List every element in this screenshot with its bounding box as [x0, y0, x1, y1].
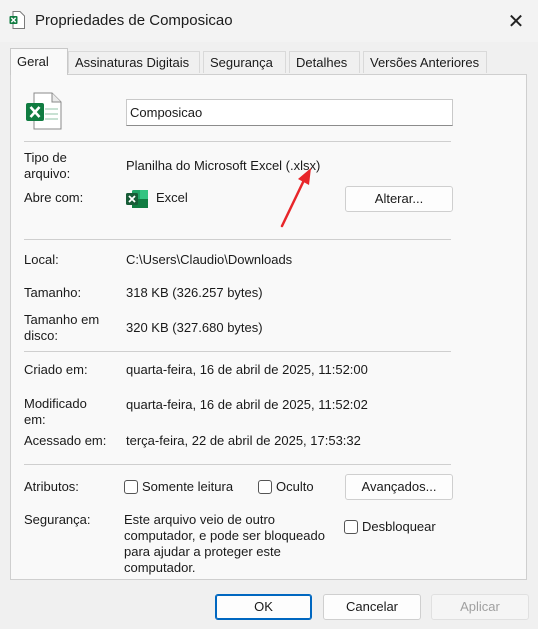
checkbox-box[interactable]: [124, 479, 138, 494]
excel-app-icon: [126, 190, 148, 208]
advanced-button[interactable]: Avançados...: [345, 474, 453, 500]
security-label: Segurança:: [24, 512, 91, 527]
close-icon: ✕: [507, 10, 525, 33]
tab-detalhes[interactable]: Detalhes: [289, 51, 360, 73]
disk-size-value: 320 KB (327.680 bytes): [126, 320, 263, 335]
tab-geral[interactable]: Geral: [10, 48, 68, 75]
annotation-arrow: [280, 168, 311, 228]
cancel-button[interactable]: Cancelar: [323, 594, 421, 620]
divider: [24, 464, 451, 465]
title-bar: Propriedades de Composicao ✕: [0, 0, 538, 42]
ok-button[interactable]: OK: [215, 594, 312, 620]
checkbox-box[interactable]: [258, 479, 272, 494]
hidden-checkbox[interactable]: Oculto: [258, 479, 314, 494]
attributes-label: Atributos:: [24, 479, 79, 494]
created-value: quarta-feira, 16 de abril de 2025, 11:52…: [126, 362, 368, 377]
tab-seguranca[interactable]: Segurança: [203, 51, 286, 73]
security-message: Este arquivo veio de outro computador, e…: [124, 512, 325, 575]
accessed-value: terça-feira, 22 de abril de 2025, 17:53:…: [126, 433, 361, 448]
opens-with-value: Excel: [156, 190, 188, 205]
location-label: Local:: [24, 252, 59, 267]
opens-with-label: Abre com:: [24, 190, 84, 205]
divider: [24, 239, 451, 240]
excel-large-icon: [26, 92, 62, 130]
size-label: Tamanho:: [24, 285, 82, 300]
unblock-checkbox[interactable]: Desbloquear: [344, 519, 436, 534]
excel-file-icon: [9, 11, 25, 29]
location-value: C:\Users\Claudio\Downloads: [126, 252, 293, 267]
disk-size-label: Tamanho em disco:: [24, 312, 100, 343]
apply-button[interactable]: Aplicar: [431, 594, 529, 620]
modified-value: quarta-feira, 16 de abril de 2025, 11:52…: [126, 397, 368, 412]
change-button[interactable]: Alterar...: [345, 186, 453, 212]
readonly-checkbox-label: Somente leitura: [142, 479, 234, 494]
divider: [24, 351, 451, 352]
window-title: Propriedades de Composicao: [35, 12, 233, 29]
unblock-checkbox-label: Desbloquear: [362, 519, 436, 534]
close-button[interactable]: ✕: [500, 6, 532, 36]
file-type-label: Tipo de arquivo:: [24, 150, 71, 181]
tab-bar: Geral Assinaturas Digitais Segurança Det…: [10, 48, 530, 75]
checkbox-box[interactable]: [344, 519, 358, 534]
hidden-checkbox-label: Oculto: [276, 479, 314, 494]
size-value: 318 KB (326.257 bytes): [126, 285, 263, 300]
tab-versoes-anteriores[interactable]: Versões Anteriores: [363, 51, 487, 73]
accessed-label: Acessado em:: [24, 433, 107, 448]
readonly-checkbox[interactable]: Somente leitura: [124, 479, 233, 494]
tab-assinaturas-digitais[interactable]: Assinaturas Digitais: [68, 51, 200, 73]
file-name-input[interactable]: [126, 99, 453, 126]
modified-label: Modificado em:: [24, 396, 87, 427]
divider: [24, 141, 451, 142]
created-label: Criado em:: [24, 362, 88, 377]
